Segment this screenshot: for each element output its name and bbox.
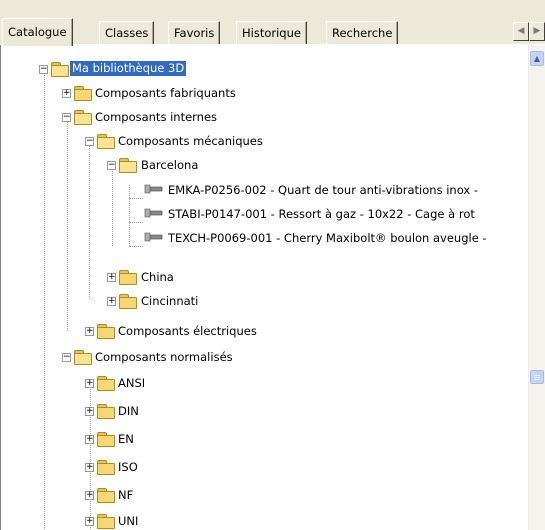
tab-favoris[interactable]: Favoris bbox=[168, 21, 221, 44]
tree-node[interactable]: + DIN bbox=[1, 399, 521, 423]
part-icon bbox=[144, 208, 163, 218]
tree-node-label: DIN bbox=[118, 404, 139, 418]
folder-icon bbox=[97, 324, 115, 339]
folder-icon bbox=[97, 134, 115, 149]
tree-node[interactable]: + ANSI bbox=[1, 371, 521, 395]
tree-node-label: Barcelona bbox=[141, 158, 199, 172]
folder-icon bbox=[119, 294, 137, 309]
tree-node[interactable]: + ISO bbox=[1, 455, 521, 479]
tab-historique[interactable]: Historique bbox=[236, 21, 307, 44]
tree-node[interactable]: + NF bbox=[1, 483, 521, 507]
tree-node[interactable]: + UNI bbox=[1, 509, 521, 530]
expand-icon[interactable]: + bbox=[62, 89, 71, 98]
tree-node-label: Composants électriques bbox=[118, 324, 257, 338]
scroll-left-icon[interactable]: ◀ bbox=[513, 22, 529, 41]
vertical-scrollbar[interactable]: ▲ bbox=[528, 45, 545, 530]
tree-leaf[interactable]: TEXCH-P0069-001 - Cherry Maxibolt® boulo… bbox=[1, 231, 529, 257]
tree-node-label: EMKA-P0256-002 - Quart de tour anti-vibr… bbox=[168, 183, 478, 197]
tab-strip: Catalogue Classes Favoris Historique Rec… bbox=[0, 0, 545, 46]
part-icon bbox=[144, 184, 163, 194]
part-icon bbox=[144, 232, 163, 242]
tab-label: Historique bbox=[242, 26, 301, 40]
expand-icon[interactable]: + bbox=[85, 491, 94, 500]
tree-node-label: ISO bbox=[118, 460, 138, 474]
folder-icon bbox=[97, 404, 115, 419]
scroll-thumb[interactable] bbox=[530, 370, 544, 384]
tree-node-label: ANSI bbox=[118, 376, 146, 390]
tree-node[interactable]: − Barcelona bbox=[1, 153, 521, 177]
folder-icon bbox=[97, 460, 115, 475]
expand-icon[interactable]: + bbox=[107, 273, 116, 282]
folder-icon bbox=[119, 158, 137, 173]
expand-icon[interactable]: + bbox=[85, 407, 94, 416]
folder-icon bbox=[97, 432, 115, 447]
tree-node-label: NF bbox=[118, 488, 134, 502]
tab-catalogue[interactable]: Catalogue bbox=[2, 18, 73, 46]
folder-icon bbox=[119, 270, 137, 285]
expand-icon[interactable]: + bbox=[85, 327, 94, 336]
expand-icon[interactable]: + bbox=[85, 463, 94, 472]
tree-node-label: TEXCH-P0069-001 - Cherry Maxibolt® boulo… bbox=[168, 231, 487, 245]
collapse-icon[interactable]: − bbox=[62, 113, 71, 122]
tree-node[interactable]: − Composants mécaniques bbox=[1, 129, 521, 153]
tree-node-label: EN bbox=[118, 432, 134, 446]
folder-icon bbox=[74, 350, 92, 365]
tree-node-label: Composants fabriquants bbox=[95, 86, 236, 100]
folder-icon bbox=[74, 86, 92, 101]
collapse-icon[interactable]: − bbox=[39, 65, 48, 74]
tree-node[interactable]: + Composants fabriquants bbox=[1, 81, 521, 105]
tab-label: Recherche bbox=[332, 26, 393, 40]
folder-icon bbox=[97, 376, 115, 391]
tree-node-label: UNI bbox=[118, 514, 139, 528]
folder-icon bbox=[74, 110, 92, 125]
tree-view: − Ma bibliothèque 3D + Composants fabriq… bbox=[1, 45, 529, 530]
folder-icon bbox=[97, 514, 115, 529]
expand-icon[interactable]: + bbox=[85, 379, 94, 388]
tab-label: Classes bbox=[105, 26, 149, 40]
tree-node[interactable]: + Cincinnati bbox=[1, 289, 521, 313]
expand-icon[interactable]: + bbox=[85, 517, 94, 526]
folder-icon bbox=[51, 62, 69, 77]
tree-node-label: China bbox=[141, 270, 174, 284]
expand-icon[interactable]: + bbox=[107, 297, 116, 306]
scroll-up-icon[interactable]: ▲ bbox=[530, 51, 544, 66]
tree-node-label: Composants mécaniques bbox=[118, 134, 263, 148]
tree-node-label: STABI-P0147-001 - Ressort à gaz - 10x22 … bbox=[168, 207, 475, 221]
tree-node[interactable]: − Composants internes bbox=[1, 105, 521, 129]
tab-recherche[interactable]: Recherche bbox=[326, 21, 399, 44]
tree-node[interactable]: + Composants électriques bbox=[1, 319, 521, 343]
scroll-right-icon[interactable]: ▶ bbox=[529, 22, 545, 41]
collapse-icon[interactable]: − bbox=[107, 161, 116, 170]
tree-node-label: Cincinnati bbox=[141, 294, 199, 308]
tab-scroll-arrows: ◀ ▶ bbox=[513, 22, 545, 42]
tree-node-label: Ma bibliothèque 3D bbox=[70, 61, 187, 76]
tree-node[interactable]: + EN bbox=[1, 427, 521, 451]
tab-classes[interactable]: Classes bbox=[99, 21, 155, 44]
tree-node[interactable]: − Composants normalisés bbox=[1, 345, 521, 369]
folder-icon bbox=[97, 488, 115, 503]
tree-node-label: Composants internes bbox=[95, 110, 218, 124]
tree-node-label: Composants normalisés bbox=[95, 350, 233, 364]
expand-icon[interactable]: + bbox=[85, 435, 94, 444]
collapse-icon[interactable]: − bbox=[85, 137, 94, 146]
tree-node[interactable]: + China bbox=[1, 265, 521, 289]
tree-node-root[interactable]: − Ma bibliothèque 3D bbox=[1, 57, 521, 81]
collapse-icon[interactable]: − bbox=[62, 353, 71, 362]
catalogue-panel: − Ma bibliothèque 3D + Composants fabriq… bbox=[0, 45, 545, 530]
tab-label: Favoris bbox=[174, 26, 215, 40]
tab-label: Catalogue bbox=[8, 25, 67, 39]
